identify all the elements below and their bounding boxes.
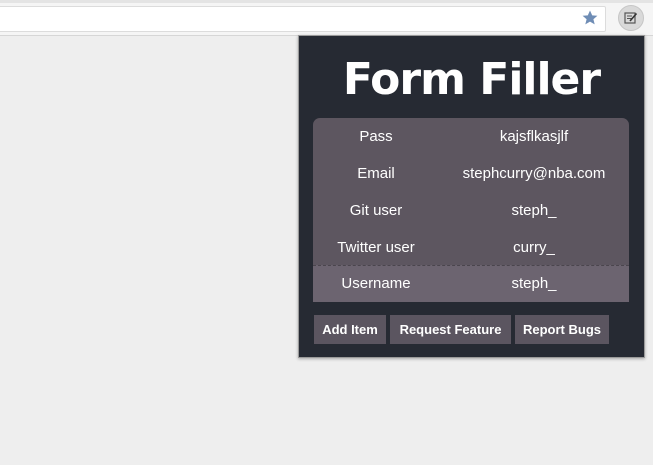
field-key: Twitter user: [337, 239, 415, 256]
popup-title: Form Filler: [342, 54, 601, 105]
field-value: steph_: [511, 275, 557, 292]
table-row[interactable]: Twitter user curry_: [313, 229, 629, 266]
field-key: Username: [341, 275, 411, 292]
request-feature-button[interactable]: Request Feature: [390, 315, 511, 344]
form-filler-popup: Form Filler Pass kajsflkasjlf Email step…: [298, 35, 645, 358]
field-key: Git user: [349, 202, 403, 219]
table-row[interactable]: Email stephcurry@nba.com: [313, 155, 629, 192]
field-value: kajsflkasjlf: [499, 128, 569, 145]
table-row[interactable]: Pass kajsflkasjlf: [313, 118, 629, 155]
browser-toolbar: [0, 0, 653, 36]
table-row-selected[interactable]: Username steph_: [313, 265, 629, 302]
field-key: Pass: [359, 128, 393, 145]
saved-fields-table: Pass kajsflkasjlf Email stephcurry@nba.c…: [313, 118, 629, 302]
report-bugs-button[interactable]: Report Bugs: [515, 315, 609, 344]
add-item-button[interactable]: Add Item: [314, 315, 386, 344]
field-value: curry_: [513, 239, 555, 256]
star-icon[interactable]: [581, 9, 599, 27]
field-value: stephcurry@nba.com: [462, 165, 606, 182]
table-row[interactable]: Git user steph_: [313, 192, 629, 229]
form-filler-extension-icon[interactable]: [618, 5, 644, 31]
address-bar[interactable]: [0, 6, 606, 32]
toolbar-top-border: [0, 0, 653, 3]
field-value: steph_: [511, 202, 557, 219]
field-key: Email: [357, 165, 395, 182]
